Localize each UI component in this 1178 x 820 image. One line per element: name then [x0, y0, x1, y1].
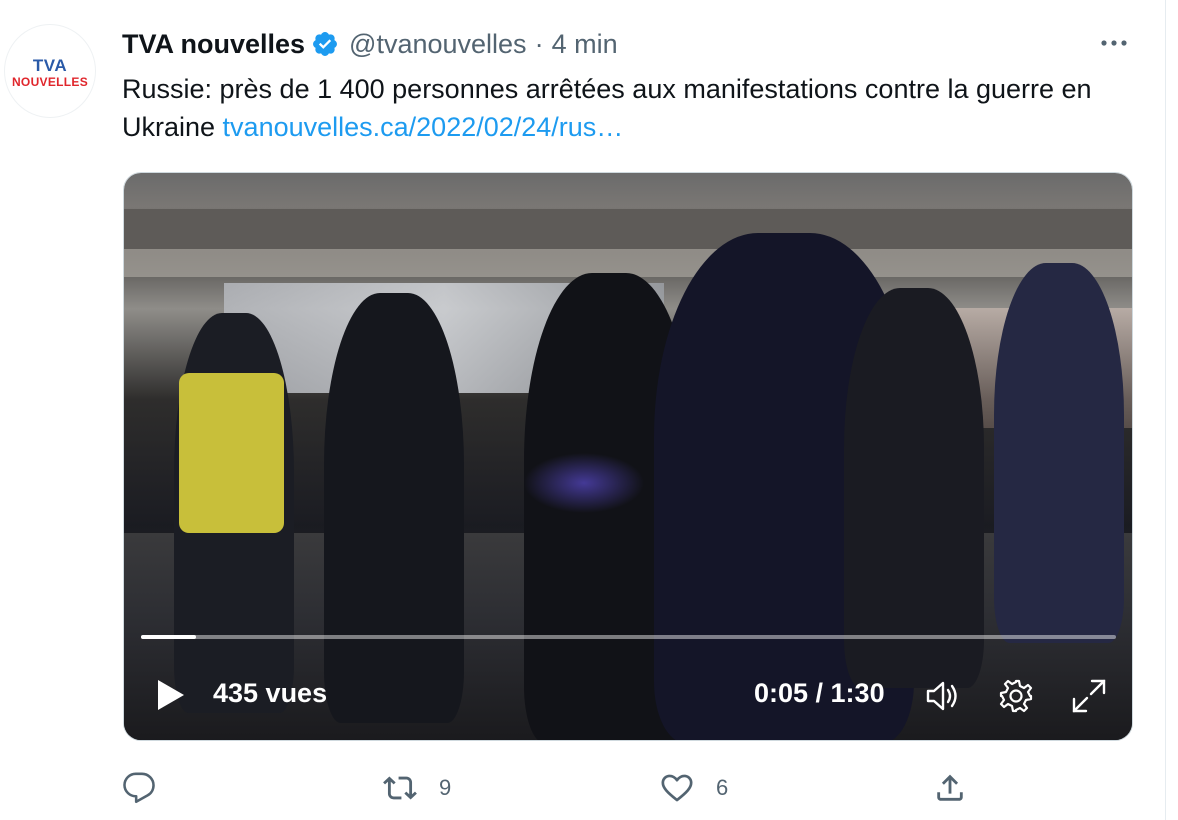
play-icon[interactable] — [154, 678, 186, 712]
settings-gear-icon[interactable] — [996, 676, 1036, 716]
video-controls: 435 vues 0:05 / 1:30 — [124, 668, 1132, 724]
video-player[interactable]: 435 vues 0:05 / 1:30 — [123, 172, 1133, 741]
tweet[interactable]: TVA NOUVELLES TVA nouvelles @tvanouvelle… — [0, 0, 1165, 820]
retweet-button[interactable]: 9 — [383, 766, 451, 810]
like-button[interactable]: 6 — [660, 766, 728, 810]
author-handle[interactable]: @tvanouvelles — [349, 29, 527, 60]
timeline-border — [1165, 0, 1166, 820]
author-avatar[interactable]: TVA NOUVELLES — [4, 24, 96, 118]
volume-icon[interactable] — [922, 676, 962, 716]
video-timecode: 0:05 / 1:30 — [754, 678, 885, 708]
retweet-count: 9 — [439, 775, 452, 800]
avatar-logo-nouvelles: NOUVELLES — [11, 75, 89, 89]
like-heart-icon — [661, 774, 693, 802]
retweet-icon — [383, 776, 417, 800]
verified-badge-icon — [313, 32, 338, 56]
video-progress-bar[interactable] — [141, 635, 1116, 639]
share-icon — [937, 774, 963, 801]
tweet-header: TVA nouvelles @tvanouvelles · 4 min — [122, 26, 618, 62]
video-view-count: 435 vues — [213, 678, 328, 708]
more-horizontal-icon[interactable] — [1097, 28, 1131, 58]
tweet-actions: 9 6 — [0, 766, 1178, 810]
tweet-text: Russie: près de 1 400 personnes arrêtées… — [122, 70, 1132, 146]
share-button[interactable] — [933, 766, 967, 810]
tweet-timestamp[interactable]: 4 min — [552, 29, 618, 60]
video-progress-fill — [141, 635, 196, 639]
avatar-logo-tva: TVA — [32, 56, 68, 75]
like-count: 6 — [716, 775, 729, 800]
reply-button[interactable] — [122, 766, 178, 810]
video-frame — [124, 173, 1132, 740]
fullscreen-icon[interactable] — [1069, 676, 1109, 716]
header-separator: · — [534, 28, 544, 59]
reply-icon — [123, 772, 155, 804]
author-name[interactable]: TVA nouvelles — [122, 29, 305, 60]
tweet-link[interactable]: tvanouvelles.ca/2022/02/24/rus… — [223, 112, 624, 142]
